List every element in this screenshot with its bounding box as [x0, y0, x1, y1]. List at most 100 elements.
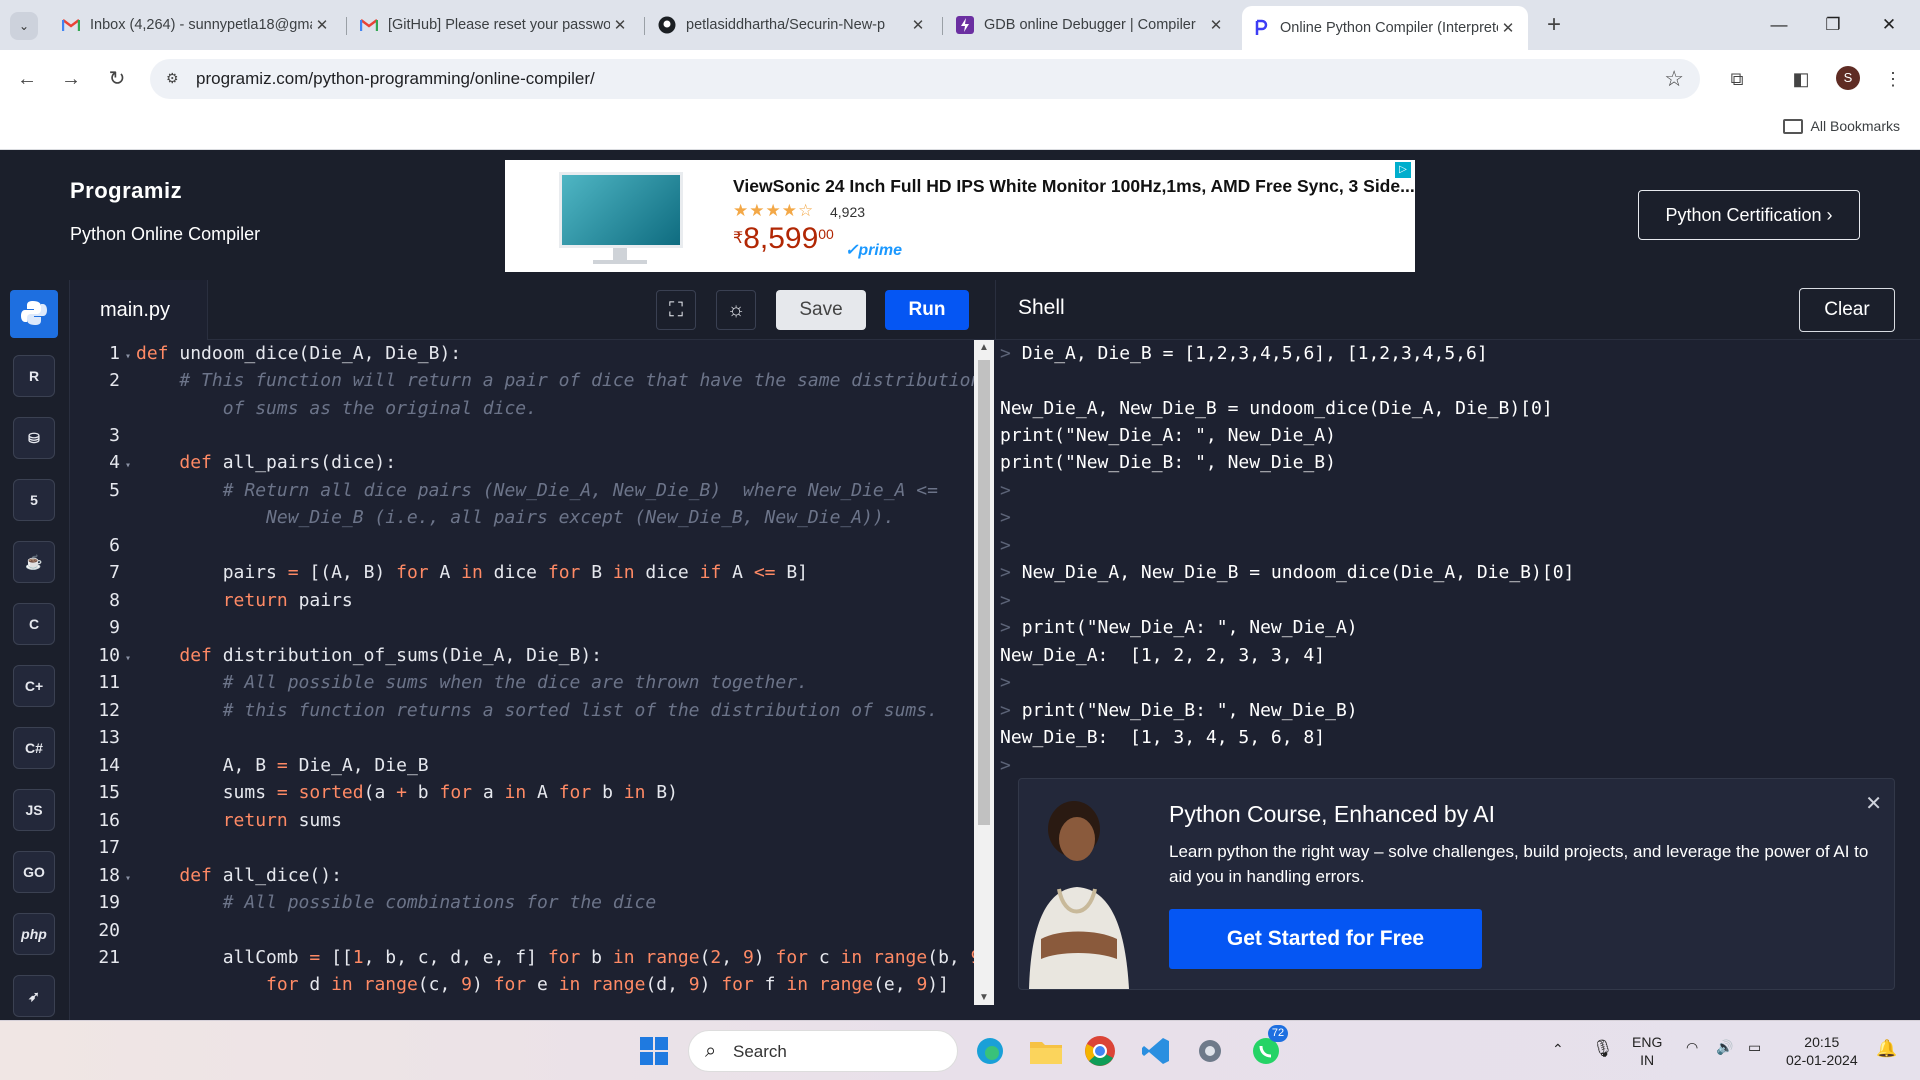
fullscreen-icon[interactable]: ⛶	[656, 290, 696, 330]
settings-gear-icon[interactable]	[1190, 1031, 1230, 1071]
instructor-photo	[1019, 789, 1137, 989]
close-window-button[interactable]: ✕	[1866, 10, 1912, 40]
sidebar-item-php[interactable]: php	[10, 910, 58, 958]
code-line: 21 allComb = [[1, b, c, d, e, f] for b i…	[98, 947, 992, 968]
file-explorer-icon[interactable]	[1026, 1031, 1066, 1071]
clear-button[interactable]: Clear	[1799, 288, 1895, 332]
tab-title: Online Python Compiler (Interpreter)	[1280, 20, 1498, 36]
run-button[interactable]: Run	[885, 290, 969, 330]
tab-search-button[interactable]: ⌄	[10, 12, 38, 40]
close-tab-icon[interactable]: ✕	[908, 16, 928, 34]
edge-icon[interactable]	[970, 1031, 1010, 1071]
shell-line: >	[1000, 535, 1011, 556]
new-tab-button[interactable]: +	[1540, 12, 1568, 40]
side-panel-icon[interactable]: ◧	[1786, 64, 1816, 94]
ad-banner[interactable]: ViewSonic 24 Inch Full HD IPS White Moni…	[505, 160, 1415, 272]
sidebar-item-swift[interactable]: ➶	[10, 972, 58, 1020]
java-icon: ☕	[13, 541, 55, 583]
promo-text: Learn python the right way – solve chall…	[1169, 842, 1869, 886]
scroll-thumb[interactable]	[978, 360, 990, 825]
close-tab-icon[interactable]: ✕	[1498, 19, 1518, 37]
save-button[interactable]: Save	[776, 290, 866, 330]
close-tab-icon[interactable]: ✕	[312, 16, 332, 34]
profile-avatar[interactable]: S	[1836, 66, 1860, 90]
theme-toggle-icon[interactable]: ☼	[716, 290, 756, 330]
address-bar[interactable]: ⚙ programiz.com/python-programming/onlin…	[150, 59, 1700, 99]
site-settings-icon[interactable]: ⚙	[166, 70, 184, 88]
microphone-icon[interactable]: 🎙	[1592, 1039, 1614, 1059]
ad-title[interactable]: ViewSonic 24 Inch Full HD IPS White Moni…	[733, 176, 1415, 197]
wifi-icon[interactable]: ◠	[1686, 1039, 1698, 1056]
close-tab-icon[interactable]: ✕	[1206, 16, 1226, 34]
url-text[interactable]: programiz.com/python-programming/online-…	[196, 69, 595, 89]
programiz-logo[interactable]: Programiz	[70, 178, 182, 204]
scroll-up-arrow[interactable]: ▲	[974, 342, 994, 353]
close-icon[interactable]: ✕	[1865, 791, 1882, 816]
shell-toolbar: Shell Clear	[995, 280, 1920, 340]
ad-info-icon[interactable]: ▷	[1395, 162, 1411, 178]
tab-github-repo[interactable]: petlasiddhartha/Securin-New-p ✕	[648, 8, 938, 42]
code-line: 15 sums = sorted(a + b for a in A for b …	[98, 782, 678, 803]
chrome-icon[interactable]	[1080, 1031, 1120, 1071]
tab-github-reset[interactable]: [GitHub] Please reset your password ✕	[350, 8, 640, 42]
bookmark-star-icon[interactable]: ☆	[1664, 66, 1684, 92]
scroll-down-arrow[interactable]: ▼	[974, 992, 994, 1003]
get-started-button[interactable]: Get Started for Free	[1169, 909, 1482, 969]
tab-gmail-inbox[interactable]: Inbox (4,264) - sunnypetla18@gmail.com ✕	[52, 8, 342, 42]
shell-line: >	[1000, 590, 1011, 611]
taskbar-search[interactable]: ⌕ Search	[688, 1030, 958, 1072]
sidebar-item-html[interactable]: 5	[10, 476, 58, 524]
vscode-icon[interactable]	[1136, 1031, 1176, 1071]
language-indicator[interactable]: ENG IN	[1632, 1033, 1662, 1069]
browser-toolbar: ← → ↻ ⚙ programiz.com/python-programming…	[0, 50, 1920, 108]
battery-icon[interactable]: ▭	[1748, 1039, 1761, 1056]
clock[interactable]: 20:15 02-01-2024	[1786, 1033, 1858, 1069]
code-line: 17	[98, 837, 120, 858]
code-line: 14 A, B = Die_A, Die_B	[98, 755, 429, 776]
forward-arrow-icon[interactable]: →	[56, 64, 86, 94]
sidebar-item-r[interactable]: R	[10, 352, 58, 400]
editor-scrollbar[interactable]: ▲ ▼	[974, 340, 994, 1005]
sidebar-item-c[interactable]: C	[10, 600, 58, 648]
volume-icon[interactable]: 🔊	[1716, 1039, 1733, 1056]
sidebar-item-javascript[interactable]: JS	[10, 786, 58, 834]
code-line: 7 pairs = [(A, B) for A in dice for B in…	[109, 562, 809, 583]
c-lang-icon: C	[13, 603, 55, 645]
tab-gdb-online[interactable]: GDB online Debugger | Compiler ✕	[946, 8, 1236, 42]
shell-line: > print("New_Die_B: ", New_Die_B)	[1000, 700, 1358, 721]
menu-kebab-icon[interactable]: ⋮	[1878, 64, 1908, 94]
tab-programiz-compiler[interactable]: Online Python Compiler (Interpreter) ✕	[1242, 6, 1528, 50]
shell-line: print("New_Die_A: ", New_Die_A)	[1000, 425, 1336, 446]
all-bookmarks-button[interactable]: All Bookmarks	[1782, 118, 1900, 134]
github-icon	[658, 16, 676, 34]
sidebar-item-python[interactable]	[10, 290, 58, 338]
minimize-button[interactable]: —	[1756, 10, 1802, 40]
code-line: 9	[109, 617, 120, 638]
shell-line: > Die_A, Die_B = [1,2,3,4,5,6], [1,2,3,4…	[1000, 343, 1488, 364]
show-hidden-icons-chevron[interactable]: ⌃	[1552, 1041, 1564, 1058]
code-editor[interactable]: 1 ▾ def undoom_dice(Die_A, Die_B): 2 # Thi…	[70, 340, 995, 1020]
sidebar-item-cpp[interactable]: C+	[10, 662, 58, 710]
back-arrow-icon[interactable]: ←	[12, 64, 42, 94]
shell-line: print("New_Die_B: ", New_Die_B)	[1000, 452, 1336, 473]
code-line: 6	[109, 535, 120, 556]
notification-bell-icon[interactable]: 🔔	[1876, 1039, 1897, 1059]
code-line: 4 ▾ def all_pairs(dice):	[109, 452, 397, 473]
monitor-stand	[613, 248, 627, 260]
sidebar-item-go[interactable]: GO	[10, 848, 58, 896]
go-icon: GO	[13, 851, 55, 893]
code-line: 18 ▾ def all_dice():	[98, 865, 342, 886]
language-sidebar: R ⛁ 5 ☕ C C+ C# JS GO php ➶	[0, 280, 70, 1020]
close-tab-icon[interactable]: ✕	[610, 16, 630, 34]
restore-button[interactable]: ❐	[1810, 10, 1856, 40]
python-certification-button[interactable]: Python Certification ›	[1638, 190, 1860, 240]
sidebar-item-csharp[interactable]: C#	[10, 724, 58, 772]
windows-start-icon[interactable]	[634, 1031, 674, 1071]
reload-icon[interactable]: ↻	[102, 64, 132, 94]
whatsapp-icon[interactable]: 72	[1246, 1025, 1288, 1071]
extensions-icon[interactable]: ⧉	[1722, 64, 1752, 94]
sidebar-item-java[interactable]: ☕	[10, 538, 58, 586]
file-tab-main-py[interactable]: main.py	[70, 280, 208, 340]
sidebar-item-sql[interactable]: ⛁	[10, 414, 58, 462]
csharp-icon: C#	[13, 727, 55, 769]
